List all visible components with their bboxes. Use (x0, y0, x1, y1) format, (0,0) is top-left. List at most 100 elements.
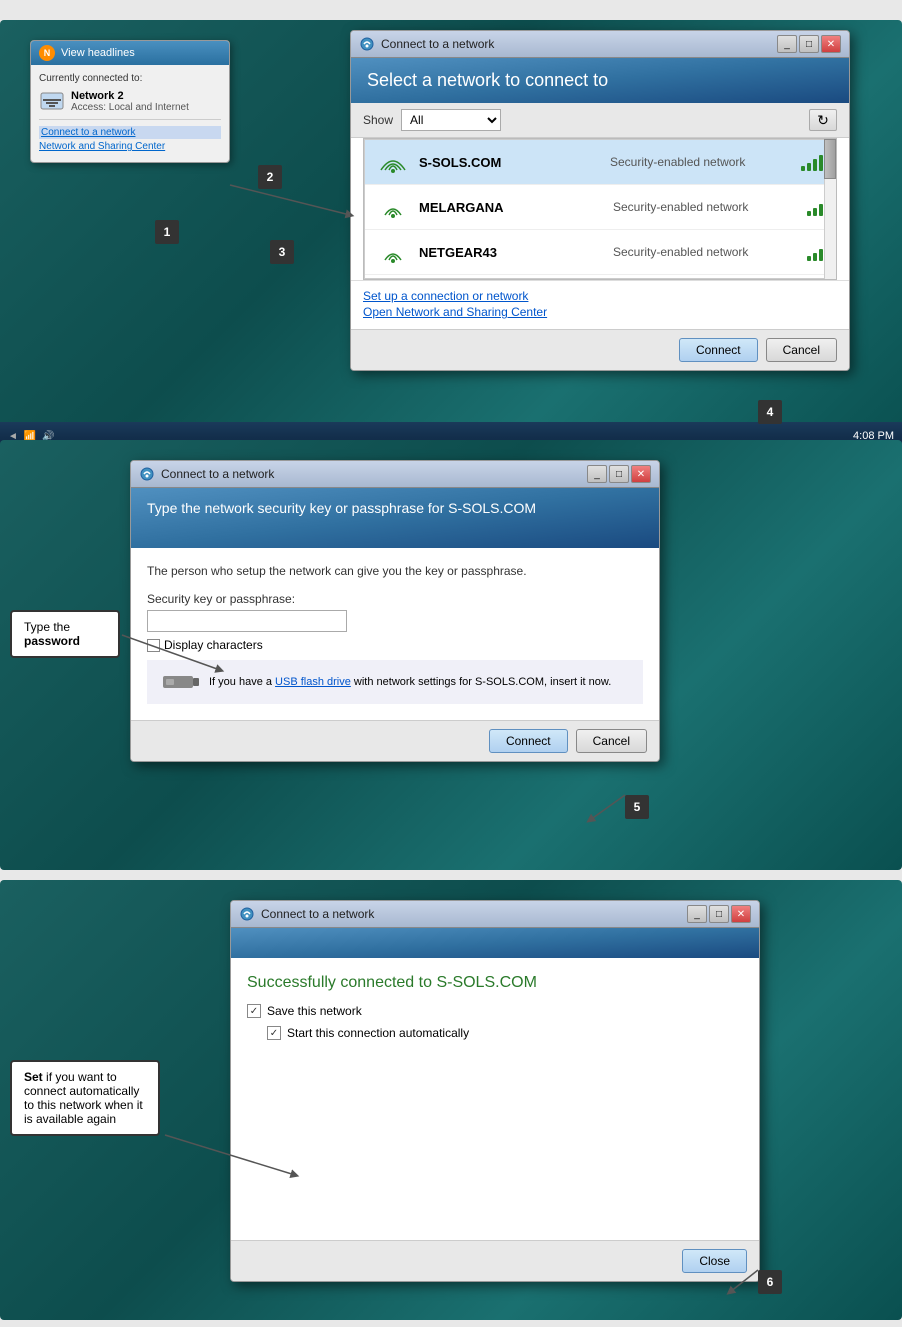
dialog-header: Select a network to connect to (351, 58, 849, 103)
bar3 (819, 204, 823, 216)
security-key-label: Security key or passphrase: (147, 592, 643, 606)
section1: N View headlines Currently connected to:… (0, 20, 902, 450)
network-name-ssols: S-SOLS.COM (419, 155, 600, 170)
connected-label: Currently connected to: (39, 73, 221, 84)
network-info: Network 2 Access: Local and Internet (71, 90, 189, 113)
success-dialog-title: Connect to a network (261, 907, 374, 921)
dialog-action-bar: Connect Cancel (351, 329, 849, 370)
usb-row: If you have a USB flash drive with netwo… (147, 660, 643, 704)
show-select[interactable]: All (401, 109, 501, 131)
bar3 (819, 249, 823, 261)
bar2 (807, 163, 811, 171)
success-dialog-header (231, 928, 759, 958)
usb-text: If you have a USB flash drive with netwo… (209, 676, 611, 688)
close-button-2[interactable]: ✕ (631, 465, 651, 483)
connect-to-network-link[interactable]: Connect to a network (39, 126, 221, 139)
dialog-header-title: Select a network to connect to (367, 70, 833, 91)
network-type-melargana: Security-enabled network (613, 200, 797, 214)
minimize-button[interactable]: _ (777, 35, 797, 53)
dialog-titlebar: Connect to a network _ □ ✕ (351, 31, 849, 58)
titlebar-left-3: Connect to a network (239, 906, 374, 922)
auto-connect-row: ✓ Start this connection automatically (231, 1022, 759, 1044)
password-dialog-title: Connect to a network (161, 467, 274, 481)
network-item-melargana[interactable]: MELARGANA Security-enabled network (365, 185, 835, 230)
titlebar-controls-3: _ □ ✕ (687, 905, 751, 923)
success-dialog-titlebar: Connect to a network _ □ ✕ (231, 901, 759, 928)
signal-bars-melargana (807, 198, 823, 216)
titlebar-controls-2: _ □ ✕ (587, 465, 651, 483)
success-dialog-body: Successfully connected to S-SOLS.COM ✓ S… (231, 958, 759, 1240)
network-list: S-SOLS.COM Security-enabled network (364, 139, 836, 279)
network-type-ssols: Security-enabled network (610, 155, 791, 169)
show-label: Show (363, 113, 393, 127)
setup-connection-link[interactable]: Set up a connection or network (363, 289, 837, 303)
maximize-button-2[interactable]: □ (609, 465, 629, 483)
step-badge-6: 6 (758, 1270, 782, 1294)
network-name-melargana: MELARGANA (419, 200, 603, 215)
callout-auto-connect: Set if you want to connect automatically… (10, 1060, 160, 1136)
signal-bars-ssols (801, 153, 823, 171)
step-badge-4: 4 (758, 400, 782, 424)
network-row: Network 2 Access: Local and Internet (39, 90, 221, 113)
maximize-button[interactable]: □ (799, 35, 819, 53)
password-dialog-body: The person who setup the network can giv… (131, 548, 659, 720)
auto-connect-checkbox[interactable]: ✓ (267, 1026, 281, 1040)
wifi-signal-icon-ssols (377, 148, 409, 176)
popup-network-name: Network 2 (71, 90, 189, 102)
taskbar-popup: N View headlines Currently connected to:… (30, 40, 230, 163)
popup-network-access: Access: Local and Internet (71, 102, 189, 113)
step-badge-5: 5 (625, 795, 649, 819)
cancel-button[interactable]: Cancel (766, 338, 837, 362)
usb-drive-icon (163, 672, 199, 692)
minimize-button-3[interactable]: _ (687, 905, 707, 923)
step-badge-1: 1 (155, 220, 179, 244)
network-list-scroll: S-SOLS.COM Security-enabled network (363, 138, 837, 280)
signal-bars-netgear (807, 243, 823, 261)
network-item-netgear[interactable]: NETGEAR43 Security-enabled network (365, 230, 835, 275)
connect-button[interactable]: Connect (679, 338, 758, 362)
popup-body: Currently connected to: Network 2 Access… (31, 65, 229, 162)
show-bar: Show All ↻ (351, 103, 849, 138)
headline-icon: N (39, 45, 55, 61)
network-connect-dialog: Connect to a network _ □ ✕ Select a netw… (350, 30, 850, 371)
display-chars-checkbox[interactable] (147, 639, 160, 652)
password-subtitle: The person who setup the network can giv… (147, 564, 643, 578)
bar1 (807, 211, 811, 216)
refresh-button[interactable]: ↻ (809, 109, 837, 131)
close-button[interactable]: ✕ (821, 35, 841, 53)
footer-links: Set up a connection or network Open Netw… (351, 280, 849, 329)
network-type-netgear: Security-enabled network (613, 245, 797, 259)
success-dialog: Connect to a network _ □ ✕ Successfully … (230, 900, 760, 1282)
password-dialog-titlebar: Connect to a network _ □ ✕ (131, 461, 659, 488)
display-chars-row: Display characters (147, 638, 643, 652)
password-connect-button[interactable]: Connect (489, 729, 568, 753)
open-sharing-center-link[interactable]: Open Network and Sharing Center (363, 305, 837, 319)
save-network-checkbox[interactable]: ✓ (247, 1004, 261, 1018)
minimize-button-2[interactable]: _ (587, 465, 607, 483)
security-key-input[interactable] (147, 610, 347, 632)
close-dialog-button[interactable]: Close (682, 1249, 747, 1273)
password-dialog-header: Type the network security key or passphr… (131, 488, 659, 548)
network-item-ssols[interactable]: S-SOLS.COM Security-enabled network (365, 140, 835, 185)
titlebar-left: Connect to a network (139, 466, 274, 482)
password-cancel-button[interactable]: Cancel (576, 729, 647, 753)
scrollbar-thumb[interactable] (824, 139, 836, 179)
titlebar-controls: _ □ ✕ (777, 35, 841, 53)
auto-connect-label: Start this connection automatically (287, 1026, 469, 1040)
titlebar-left: Connect to a network (359, 36, 494, 52)
network-name-netgear: NETGEAR43 (419, 245, 603, 260)
password-dialog: Connect to a network _ □ ✕ Type the netw… (130, 460, 660, 762)
section2: Type the password 5 Connect to a network… (0, 440, 902, 870)
bar3 (813, 159, 817, 171)
usb-link[interactable]: USB flash drive (275, 676, 351, 688)
popup-header: N View headlines (31, 41, 229, 65)
bar2 (813, 208, 817, 216)
network-sharing-center-link[interactable]: Network and Sharing Center (39, 141, 221, 152)
success-action-bar: Close (231, 1240, 759, 1281)
close-button-3[interactable]: ✕ (731, 905, 751, 923)
display-chars-label: Display characters (164, 638, 263, 652)
step-badge-3: 3 (270, 240, 294, 264)
maximize-button-3[interactable]: □ (709, 905, 729, 923)
spacer (231, 1044, 759, 1224)
callout-type-password-text: Type the password (24, 620, 80, 648)
